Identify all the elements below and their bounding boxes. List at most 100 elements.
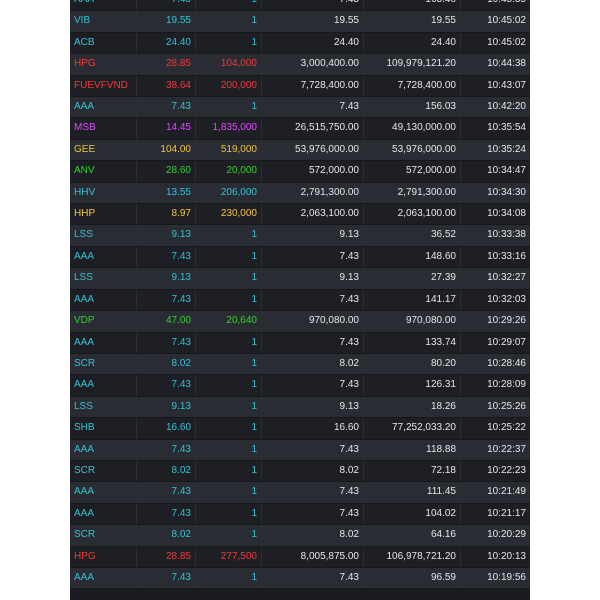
table-row[interactable]: AAA 7.43 1 7.43 111.45 10:21:49 (70, 481, 530, 504)
time-cell: 10:29:26 (460, 310, 530, 333)
value-cell: 24.40 (261, 32, 364, 55)
table-row[interactable]: LSS 9.13 1 9.13 36.52 10:33:38 (70, 224, 530, 247)
table-row[interactable]: SCR 8.02 1 8.02 72.18 10:22:23 (70, 460, 530, 483)
symbol-cell: AAA (70, 439, 137, 461)
price-cell: 7.43 (136, 439, 196, 461)
total-value-cell: 64.16 (363, 524, 461, 547)
time-cell: 10:45:02 (460, 32, 530, 55)
table-row[interactable]: ACB 24.40 1 24.40 24.40 10:45:02 (70, 32, 530, 55)
volume-cell: 1 (195, 267, 262, 290)
volume-cell: 1 (195, 246, 262, 269)
total-value-cell: 7,728,400.00 (363, 75, 461, 98)
value-cell: 2,791,300.00 (261, 182, 364, 205)
volume-cell: 1 (195, 224, 262, 247)
symbol-cell: SCR (70, 353, 137, 376)
total-value-cell: 96.59 (363, 567, 461, 590)
time-cell: 10:28:46 (460, 353, 530, 376)
time-cell: 10:22:37 (460, 439, 530, 461)
value-cell: 7.43 (261, 503, 364, 526)
symbol-cell: FUEVFVND (70, 75, 137, 98)
value-cell: 7.43 (261, 96, 364, 119)
symbol-cell: GEE (70, 139, 137, 162)
value-cell: 2,063,100.00 (261, 203, 364, 226)
symbol-cell: AAA (70, 96, 137, 119)
table-row[interactable]: VDP 47.00 20,640 970,080.00 970,080.00 10:29:… (70, 310, 530, 333)
value-cell: 7.43 (261, 289, 364, 312)
table-row[interactable]: SCR 8.02 1 8.02 80.20 10:28:46 (70, 353, 530, 376)
trade-log-panel: AAA7.4317.43163.4610:45:35VIB19.55119.55… (70, 0, 530, 600)
time-cell: 10:32:03 (460, 289, 530, 312)
volume-cell: 20,000 (195, 160, 262, 183)
price-cell: 8.97 (136, 203, 196, 226)
table-row[interactable]: AAA 7.43 1 7.43 126.31 10:28:09 (70, 374, 530, 397)
total-value-cell: 53,976,000.00 (363, 139, 461, 162)
total-value-cell: 27.39 (363, 267, 461, 290)
time-cell: 10:29:07 (460, 332, 530, 354)
value-cell: 9.13 (261, 396, 364, 419)
symbol-cell: AAA (70, 374, 137, 397)
symbol-cell: HPG (70, 53, 137, 76)
table-row[interactable]: LSS 9.13 1 9.13 18.26 10:25:26 (70, 396, 530, 419)
price-cell: 7.43 (136, 246, 196, 269)
symbol-cell: SCR (70, 524, 137, 547)
time-cell: 10:19:56 (460, 567, 530, 590)
symbol-cell: ACB (70, 32, 137, 55)
volume-cell: 104,000 (195, 53, 262, 76)
total-value-cell: 163.46 (363, 0, 461, 12)
table-row[interactable]: SCR 8.02 1 8.02 64.16 10:20:29 (70, 524, 530, 547)
total-value-cell: 156.03 (363, 96, 461, 119)
table-row[interactable]: AAA 7.43 1 7.43 156.03 10:42:20 (70, 96, 530, 119)
price-cell: 47.00 (136, 310, 196, 333)
volume-cell: 206,000 (195, 182, 262, 205)
time-cell: 10:32:27 (460, 267, 530, 290)
table-row[interactable]: AAA 7.43 1 7.43 148.60 10:33:16 (70, 246, 530, 269)
symbol-cell: AAA (70, 289, 137, 312)
price-cell: 8.02 (136, 353, 196, 376)
table-row[interactable]: AAA 7.43 1 7.43 133.74 10:29:07 (70, 332, 530, 354)
price-cell: 13.55 (136, 182, 196, 205)
symbol-cell: LSS (70, 267, 137, 290)
table-row[interactable]: MSB 14.45 1,835,000 26,515,750.00 49,130,000… (70, 117, 530, 140)
table-row[interactable]: SHB 16.60 1 16.60 77,252,033.20 10:25:22 (70, 417, 530, 440)
time-cell: 10:34:30 (460, 182, 530, 205)
volume-cell: 1 (195, 289, 262, 312)
price-cell: 9.13 (136, 267, 196, 290)
table-row[interactable]: FUEVFVND 38.64 200,000 7,728,400.00 7,728,40… (70, 75, 530, 98)
table-row[interactable]: HHV 13.55 206,000 2,791,300.00 2,791,300.00 1… (70, 182, 530, 205)
table-row[interactable]: AAA 7.43 1 7.43 141.17 10:32:03 (70, 289, 530, 312)
total-value-cell: 148.60 (363, 246, 461, 269)
total-value-cell: 133.74 (363, 332, 461, 354)
volume-cell: 1 (195, 396, 262, 419)
table-row[interactable]: AAA7.4317.43163.4610:45:35 (70, 0, 530, 12)
table-row[interactable]: VIB 19.55 1 19.55 19.55 10:45:02 (70, 10, 530, 33)
table-row[interactable]: HPG 28.85 277,500 8,005,875.00 106,978,721.2… (70, 546, 530, 568)
time-cell: 10:34:08 (460, 203, 530, 226)
time-cell: 10:21:17 (460, 503, 530, 526)
symbol-cell: LSS (70, 224, 137, 247)
table-row[interactable]: AAA 7.43 1 7.43 118.88 10:22:37 (70, 439, 530, 461)
time-cell: 10:20:13 (460, 546, 530, 568)
volume-cell: 1 (195, 0, 262, 12)
total-value-cell: 72.18 (363, 460, 461, 483)
time-cell: 10:35:54 (460, 117, 530, 140)
table-row[interactable]: HPG 28.85 104,000 3,000,400.00 109,979,121.2… (70, 53, 530, 76)
table-row[interactable]: GEE 104.00 519,000 53,976,000.00 53,976,000.… (70, 139, 530, 162)
trade-table: AAA7.4317.43163.4610:45:35VIB19.55119.55… (70, 0, 530, 590)
price-cell: 16.60 (136, 417, 196, 440)
table-row[interactable]: AAA 7.43 1 7.43 104.02 10:21:17 (70, 503, 530, 526)
total-value-cell: 118.88 (363, 439, 461, 461)
table-row[interactable]: HHP 8.97 230,000 2,063,100.00 2,063,100.00 10… (70, 203, 530, 226)
table-row[interactable]: LSS 9.13 1 9.13 27.39 10:32:27 (70, 267, 530, 290)
time-cell: 10:34:47 (460, 160, 530, 183)
price-cell: 14.45 (136, 117, 196, 140)
value-cell: 7.43 (261, 246, 364, 269)
price-cell: 38.64 (136, 75, 196, 98)
table-row[interactable]: ANV 28.60 20,000 572,000.00 572,000.00 10:34:… (70, 160, 530, 183)
price-cell: 7.43 (136, 481, 196, 504)
price-cell: 19.55 (136, 10, 196, 33)
value-cell: 3,000,400.00 (261, 53, 364, 76)
symbol-cell: VIB (70, 10, 137, 33)
table-row[interactable]: AAA 7.43 1 7.43 96.59 10:19:56 (70, 567, 530, 590)
total-value-cell: 970,080.00 (363, 310, 461, 333)
total-value-cell: 18.26 (363, 396, 461, 419)
